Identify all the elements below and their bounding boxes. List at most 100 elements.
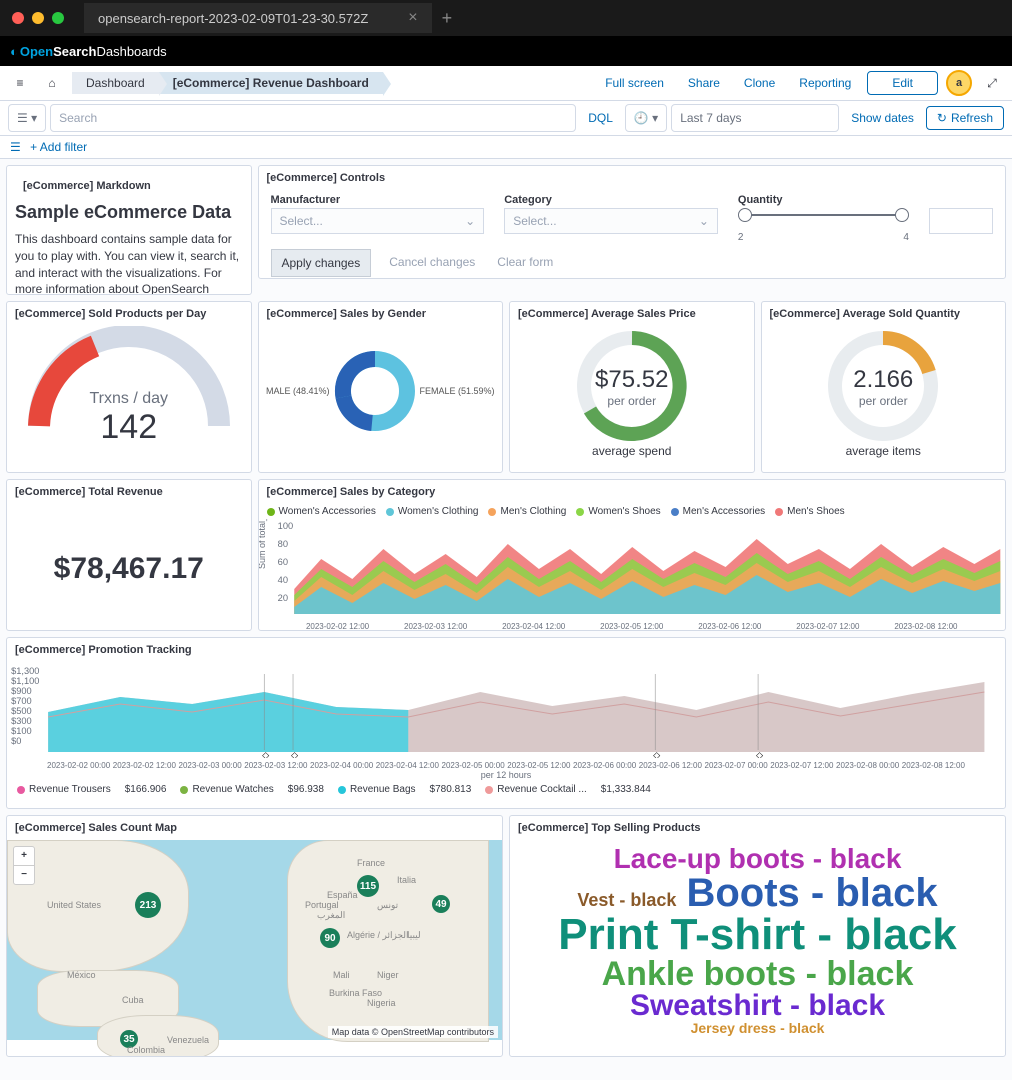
filter-options-icon[interactable]: ☰	[10, 140, 21, 154]
svg-text:100: 100	[277, 521, 293, 531]
svg-text:$300: $300	[11, 716, 32, 726]
manufacturer-select[interactable]: Select...⌄	[271, 208, 485, 234]
promo-x-ticks: 2023-02-02 00:002023-02-02 12:002023-02-…	[7, 761, 1005, 770]
panel-sales-by-gender: [eCommerce] Sales by Gender MALE (48.41%…	[258, 301, 504, 473]
panel-title: [eCommerce] Sales by Gender	[259, 302, 503, 326]
male-label: MALE (48.41%)	[266, 386, 330, 396]
chevron-down-icon: ⌄	[699, 214, 709, 228]
panel-sold-per-day: [eCommerce] Sold Products per Day Trxns …	[6, 301, 252, 473]
time-quick-select[interactable]: 🕘 ▾	[625, 104, 667, 132]
brand-prefix: Open	[20, 44, 53, 59]
category-select[interactable]: Select...⌄	[504, 208, 718, 234]
svg-text:$500: $500	[11, 706, 32, 716]
brand-bar: ◐ OpenSearch Dashboards	[0, 36, 1012, 66]
add-filter-link[interactable]: + Add filter	[30, 140, 87, 154]
edit-button[interactable]: Edit	[867, 71, 938, 95]
quantity-slider[interactable]	[738, 208, 909, 232]
panel-promotion-tracking: [eCommerce] Promotion Tracking $1,300$1,…	[6, 637, 1006, 809]
svg-text:◇: ◇	[756, 750, 763, 758]
chevron-down-icon: ⌄	[465, 214, 475, 228]
map-bubble[interactable]: 115	[357, 875, 379, 897]
brand-mid: Search	[53, 44, 96, 59]
map-attribution: Map data © OpenStreetMap contributors	[328, 1026, 498, 1038]
breadcrumb-current[interactable]: [eCommerce] Revenue Dashboard	[159, 72, 383, 94]
svg-text:80: 80	[277, 539, 287, 549]
x-axis-ticks: 2023-02-02 12:002023-02-03 12:002023-02-…	[259, 622, 1006, 631]
avatar[interactable]: a	[946, 70, 972, 96]
home-icon[interactable]: ⌂	[40, 71, 64, 95]
sales-map[interactable]: +− Map data © OpenStreetMap contributors…	[7, 840, 502, 1040]
svg-text:$700: $700	[11, 696, 32, 706]
share-link[interactable]: Share	[680, 76, 728, 90]
panel-total-revenue: [eCommerce] Total Revenue $78,467.17	[6, 479, 252, 631]
panel-title: [eCommerce] Average Sold Quantity	[762, 302, 1006, 326]
browser-tab-title: opensearch-report-2023-02-09T01-23-30.57…	[98, 11, 368, 26]
breadcrumb: Dashboard [eCommerce] Revenue Dashboard	[72, 72, 383, 94]
panel-sales-by-category: [eCommerce] Sales by Category Women's Ac…	[258, 479, 1007, 631]
clear-form-button[interactable]: Clear form	[493, 249, 557, 277]
map-bubble[interactable]: 90	[320, 928, 340, 948]
index-selector[interactable]: ☰ ▾	[8, 104, 46, 132]
apply-changes-button[interactable]: Apply changes	[271, 249, 372, 277]
refresh-button[interactable]: ↻Refresh	[926, 106, 1004, 130]
panel-title: [eCommerce] Promotion Tracking	[7, 638, 1005, 662]
panel-title: [eCommerce] Average Sales Price	[510, 302, 754, 326]
svg-text:$900: $900	[11, 686, 32, 696]
close-tab-icon[interactable]: ×	[408, 9, 417, 27]
svg-text:◇: ◇	[653, 750, 660, 758]
promo-area-chart: $1,300$1,100$900$700$500$300$100$0 ◇◇◇◇	[7, 662, 1005, 758]
quantity-label: Quantity	[738, 194, 909, 206]
word-cloud: Lace-up boots - blackVest - blackBoots -…	[510, 840, 1005, 1040]
new-tab-icon[interactable]: +	[442, 8, 453, 29]
reporting-link[interactable]: Reporting	[791, 76, 859, 90]
breadcrumb-dashboard[interactable]: Dashboard	[72, 72, 159, 94]
show-dates-link[interactable]: Show dates	[843, 111, 922, 125]
manufacturer-label: Manufacturer	[271, 194, 485, 206]
macos-titlebar: opensearch-report-2023-02-09T01-23-30.57…	[0, 0, 1012, 36]
zoom-out-icon[interactable]: −	[14, 866, 34, 884]
panel-controls: [eCommerce] Controls Manufacturer Select…	[258, 165, 1007, 279]
full-screen-link[interactable]: Full screen	[597, 76, 672, 90]
browser-tab[interactable]: opensearch-report-2023-02-09T01-23-30.57…	[84, 3, 432, 33]
map-bubble[interactable]: 49	[432, 895, 450, 913]
map-zoom-controls[interactable]: +−	[13, 846, 35, 885]
promo-legend: Revenue Trousers$166.906Revenue Watches$…	[7, 780, 1005, 799]
minimize-window-dot[interactable]	[32, 12, 44, 24]
donut-chart	[330, 346, 420, 436]
brand-suffix: Dashboards	[96, 44, 166, 59]
top-nav: ≡ ⌂ Dashboard [eCommerce] Revenue Dashbo…	[0, 66, 1012, 101]
cancel-changes-button[interactable]: Cancel changes	[385, 249, 479, 277]
panel-title: [eCommerce] Sales by Category	[259, 480, 1006, 504]
goal-caption: average items	[762, 444, 1006, 458]
exit-fullscreen-icon[interactable]: ⤢	[980, 71, 1004, 95]
goal-ring	[823, 326, 943, 446]
clone-link[interactable]: Clone	[736, 76, 783, 90]
refresh-icon: ↻	[937, 111, 947, 125]
filter-bar: ☰ + Add filter	[0, 136, 1012, 159]
search-bar: ☰ ▾ Search DQL 🕘 ▾ Last 7 days Show date…	[0, 101, 1012, 136]
svg-text:Sum of total_quantity: Sum of total_quantity	[259, 519, 267, 569]
svg-text:$100: $100	[11, 726, 32, 736]
map-bubble[interactable]: 213	[135, 892, 161, 918]
panel-markdown: [eCommerce] Markdown Sample eCommerce Da…	[6, 165, 252, 295]
brand-logo-icon: ◐	[10, 44, 18, 59]
quantity-value-box[interactable]	[929, 208, 993, 234]
area-chart: Sum of total_quantity 10080604020	[259, 519, 1006, 619]
female-label: FEMALE (51.59%)	[420, 386, 495, 396]
menu-toggle-icon[interactable]: ≡	[8, 71, 32, 95]
dql-toggle[interactable]: DQL	[580, 111, 621, 125]
panel-title: [eCommerce] Sold Products per Day	[7, 302, 251, 326]
markdown-heading: Sample eCommerce Data	[15, 202, 243, 223]
date-range[interactable]: Last 7 days	[671, 104, 839, 132]
panel-top-selling-products: [eCommerce] Top Selling Products Lace-up…	[509, 815, 1006, 1057]
svg-text:40: 40	[277, 575, 287, 585]
search-input[interactable]: Search	[50, 104, 576, 132]
panel-title: [eCommerce] Sales Count Map	[7, 816, 502, 840]
maximize-window-dot[interactable]	[52, 12, 64, 24]
panel-sales-count-map: [eCommerce] Sales Count Map +− Map data …	[6, 815, 503, 1057]
close-window-dot[interactable]	[12, 12, 24, 24]
promo-x-label: per 12 hours	[7, 770, 1005, 780]
category-legend: Women's AccessoriesWomen's ClothingMen's…	[259, 504, 1006, 519]
panel-title: [eCommerce] Markdown	[15, 174, 243, 198]
zoom-in-icon[interactable]: +	[14, 847, 34, 866]
